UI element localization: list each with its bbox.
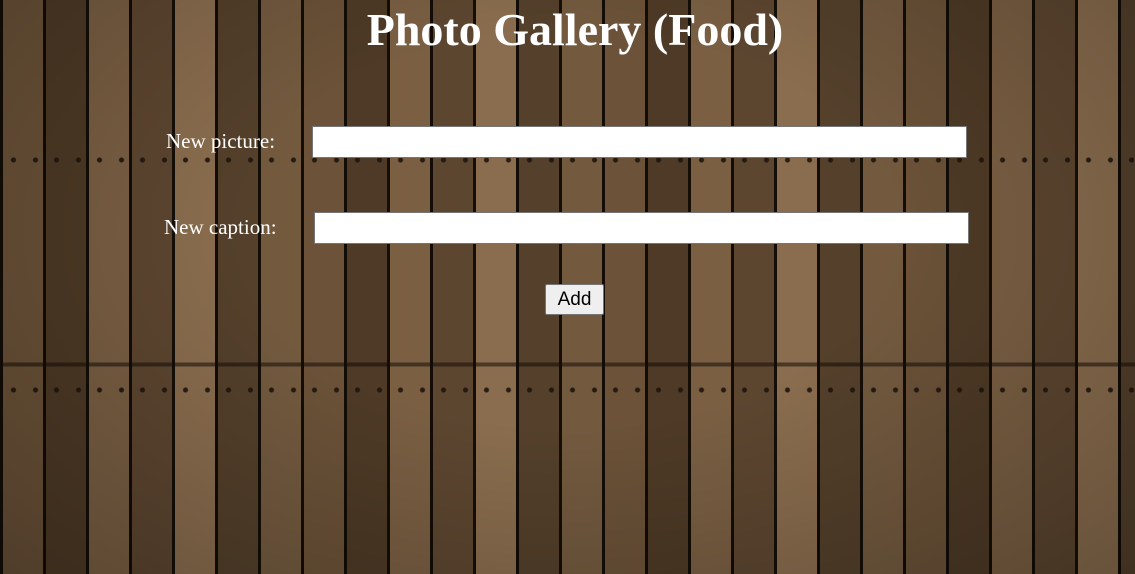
- new-picture-label: New picture:: [166, 129, 276, 153]
- page-title: Photo Gallery (Food): [366, 4, 784, 55]
- new-caption-label: New caption:: [164, 215, 277, 239]
- new-caption-input[interactable]: [314, 212, 969, 244]
- new-picture-input[interactable]: [312, 126, 967, 158]
- add-button[interactable]: Add: [545, 284, 604, 315]
